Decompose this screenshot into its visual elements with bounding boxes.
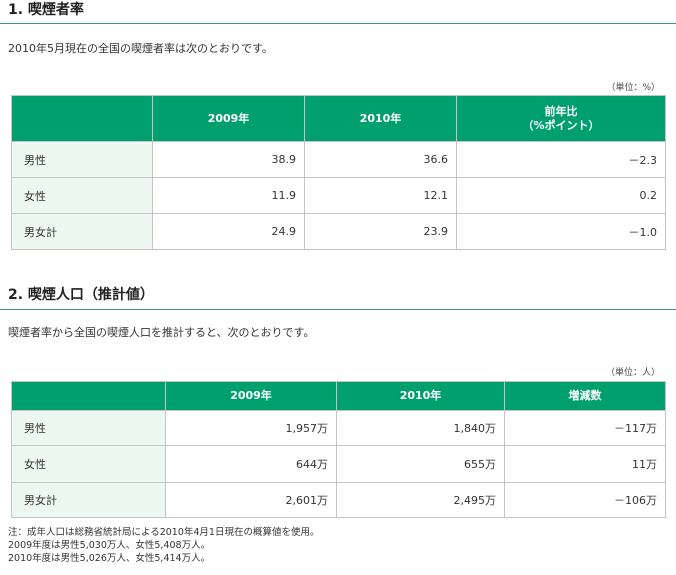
cell-diff: 0.2 (456, 177, 666, 214)
table-row: 女性 644万 655万 11万 (11, 445, 666, 483)
cell-diff: －117万 (504, 410, 666, 446)
header-blank-cell (11, 95, 153, 142)
section-heading-smoking-population: 2. 喫煙人口（推計値） (0, 284, 676, 310)
row-label: 男性 (11, 410, 166, 446)
section-heading-smoking-rate: 1. 喫煙者率 (0, 0, 676, 24)
smoking-rate-table: 2009年 2010年 前年比 （%ポイント） 男性 38.9 36.6 －2.… (11, 95, 666, 250)
table-row: 女性 11.9 12.1 0.2 (11, 177, 666, 214)
table-row: 男性 1,957万 1,840万 －117万 (11, 410, 666, 446)
header-yoy: 前年比 （%ポイント） (456, 95, 666, 142)
cell-2009: 11.9 (152, 177, 305, 214)
cell-2010: 2,495万 (336, 482, 505, 518)
header-change: 増減数 (504, 381, 666, 411)
smoking-population-table: 2009年 2010年 増減数 男性 1,957万 1,840万 －117万 女… (11, 381, 666, 518)
cell-2009: 2,601万 (165, 482, 337, 518)
row-label: 男女計 (11, 213, 153, 250)
table-header-row: 2009年 2010年 前年比 （%ポイント） (11, 95, 666, 142)
header-yoy-label: 前年比 (544, 104, 578, 118)
header-blank-cell (11, 381, 166, 411)
cell-2009: 24.9 (152, 213, 305, 250)
cell-diff: －1.0 (456, 213, 666, 250)
cell-2009: 1,957万 (165, 410, 337, 446)
header-yoy-unit: （%ポイント） (522, 118, 600, 132)
table-row: 男性 38.9 36.6 －2.3 (11, 141, 666, 178)
header-2009: 2009年 (165, 381, 337, 411)
cell-diff: －2.3 (456, 141, 666, 178)
table-header-row: 2009年 2010年 増減数 (11, 381, 666, 411)
cell-2009: 38.9 (152, 141, 305, 178)
table-row: 男女計 2,601万 2,495万 －106万 (11, 482, 666, 518)
cell-2010: 36.6 (304, 141, 457, 178)
header-2010: 2010年 (336, 381, 505, 411)
cell-diff: －106万 (504, 482, 666, 518)
footnote: 注：成年人口は総務省統計局による2010年4月1日現在の概算値を使用。 2009… (8, 526, 319, 565)
cell-2010: 12.1 (304, 177, 457, 214)
cell-2010: 1,840万 (336, 410, 505, 446)
row-label: 男女計 (11, 482, 166, 518)
row-label: 女性 (11, 445, 166, 483)
row-label: 女性 (11, 177, 153, 214)
footnote-line: 2009年度は男性5,030万人、女性5,408万人。 (8, 540, 211, 551)
cell-2010: 655万 (336, 445, 505, 483)
smoking-population-unit: （単位：人） (605, 368, 660, 378)
smoking-rate-unit: （単位：%） (606, 83, 660, 93)
smoking-rate-lead: 2010年5月現在の全国の喫煙者率は次のとおりです。 (8, 42, 273, 55)
cell-2010: 23.9 (304, 213, 457, 250)
table-row: 男女計 24.9 23.9 －1.0 (11, 213, 666, 250)
footnote-line: 2010年度は男性5,026万人、女性5,414万人。 (8, 553, 211, 564)
footnote-line: 注：成年人口は総務省統計局による2010年4月1日現在の概算値を使用。 (8, 527, 320, 538)
cell-diff: 11万 (504, 445, 666, 483)
smoking-population-lead: 喫煙者率から全国の喫煙人口を推計すると、次のとおりです。 (8, 326, 315, 339)
row-label: 男性 (11, 141, 153, 178)
header-2009: 2009年 (152, 95, 305, 142)
header-2010: 2010年 (304, 95, 457, 142)
cell-2009: 644万 (165, 445, 337, 483)
